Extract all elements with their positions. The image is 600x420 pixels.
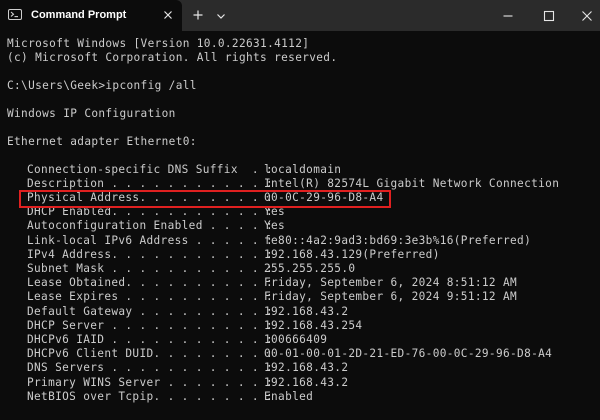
row-subnet-mask: Subnet Mask . . . . . . . . . . . :255.2… [7, 262, 593, 276]
row-lease-obtained: Lease Obtained. . . . . . . . . . : Frida… [7, 276, 593, 290]
row-label: NetBIOS over Tcpip. . . . . . . . : [27, 389, 274, 403]
row-netbios-over-tcpip: NetBIOS over Tcpip. . . . . . . . : Enabl… [7, 390, 593, 404]
row-label: Lease Expires . . . . . . . . . . : [27, 290, 274, 304]
row-value: localdomain [264, 162, 342, 176]
window-close-icon[interactable] [579, 8, 595, 24]
adapter-header: Ethernet adapter Ethernet0: [7, 134, 197, 148]
row-label: Connection-specific DNS Suffix . : [27, 162, 274, 176]
title-bar: Command Prompt [0, 0, 600, 31]
row-label: DHCPv6 Client DUID. . . . . . . . : [27, 347, 274, 361]
prompt-command-line: C:\Users\Geek>ipconfig /all [7, 79, 197, 93]
row-value: 192.168.43.254 [264, 318, 363, 332]
row-value: Friday, September 6, 2024 8:51:12 AM [264, 276, 518, 290]
ip-config-header: Windows IP Configuration [7, 106, 176, 120]
tab-command-prompt[interactable]: Command Prompt [0, 0, 182, 31]
terminal-icon [8, 9, 22, 20]
row-value: 255.255.255.0 [264, 262, 356, 275]
row-label: Default Gateway . . . . . . . . . : [27, 304, 274, 318]
row-autoconfiguration: Autoconfiguration Enabled . . . . : Yes [7, 219, 593, 233]
row-value: Friday, September 6, 2024 9:51:12 AM [264, 290, 518, 304]
row-value: 192.168.43.129(Preferred) [264, 247, 440, 261]
row-primary-wins-server: Primary WINS Server . . . . . . . :192.1… [7, 376, 593, 390]
row-label: IPv4 Address. . . . . . . . . . . : [27, 247, 274, 261]
row-label: Subnet Mask . . . . . . . . . . . : [27, 262, 274, 275]
row-dns-suffix: Connection-specific DNS Suffix . : locald… [7, 163, 593, 177]
row-value: 192.168.43.2 [264, 361, 349, 375]
row-value: 100666409 [264, 332, 328, 346]
new-tab-plus-icon[interactable] [190, 7, 206, 23]
row-dns-servers: DNS Servers . . . . . . . . . . . :192.1… [7, 361, 593, 375]
physical-address-highlight-box [19, 190, 391, 208]
minimize-icon[interactable] [500, 8, 516, 24]
banner-copyright-line: (c) Microsoft Corporation. All rights re… [7, 51, 338, 65]
row-ipv4-address: IPv4 Address. . . . . . . . . . . :192.1… [7, 248, 593, 262]
row-label: Primary WINS Server . . . . . . . : [27, 375, 274, 389]
banner-version-line: Microsoft Windows [Version 10.0.22631.41… [7, 37, 310, 50]
row-label: Description . . . . . . . . . . . : [27, 176, 274, 190]
row-description: Description . . . . . . . . . . . : Intel… [7, 177, 593, 191]
row-label: DNS Servers . . . . . . . . . . . : [27, 361, 274, 375]
row-value: Enabled [264, 389, 314, 403]
row-value: 192.168.43.2 [264, 375, 349, 389]
row-value: Intel(R) 82574L Gigabit Network Connecti… [264, 176, 560, 190]
row-value: 00-01-00-01-2D-21-ED-76-00-0C-29-96-D8-A… [264, 347, 553, 361]
row-label: Link-local IPv6 Address . . . . . : [27, 233, 274, 247]
row-label: Lease Obtained. . . . . . . . . . : [27, 276, 274, 290]
tab-close-icon[interactable] [160, 7, 176, 23]
row-lease-expires: Lease Expires . . . . . . . . . . : Frida… [7, 290, 593, 304]
row-default-gateway: Default Gateway . . . . . . . . . :192.1… [7, 305, 593, 319]
row-dhcpv6-iaid: DHCPv6 IAID . . . . . . . . . . . :10066… [7, 333, 593, 347]
row-label: DHCP Server . . . . . . . . . . . : [27, 318, 274, 332]
row-link-local-ipv6: Link-local IPv6 Address . . . . . : fe80:… [7, 234, 593, 248]
chevron-down-icon[interactable] [213, 8, 229, 24]
row-value: fe80::4a2:9ad3:bd69:3e3b%16(Preferred) [264, 233, 532, 247]
row-dhcpv6-client-duid: DHCPv6 Client DUID. . . . . . . . :00-01… [7, 347, 593, 361]
maximize-icon[interactable] [541, 8, 557, 24]
command-prompt-window: Command Prompt Microsoft Windows [Versio… [0, 0, 600, 420]
row-dhcp-server: DHCP Server . . . . . . . . . . . :192.1… [7, 319, 593, 333]
tab-title: Command Prompt [31, 9, 127, 21]
row-label: DHCPv6 IAID . . . . . . . . . . . : [27, 332, 274, 346]
row-value: Yes [264, 219, 286, 233]
console-output[interactable]: Microsoft Windows [Version 10.0.22631.41… [7, 37, 593, 420]
row-label: Autoconfiguration Enabled . . . . : [27, 219, 274, 233]
row-value: 192.168.43.2 [264, 304, 349, 318]
